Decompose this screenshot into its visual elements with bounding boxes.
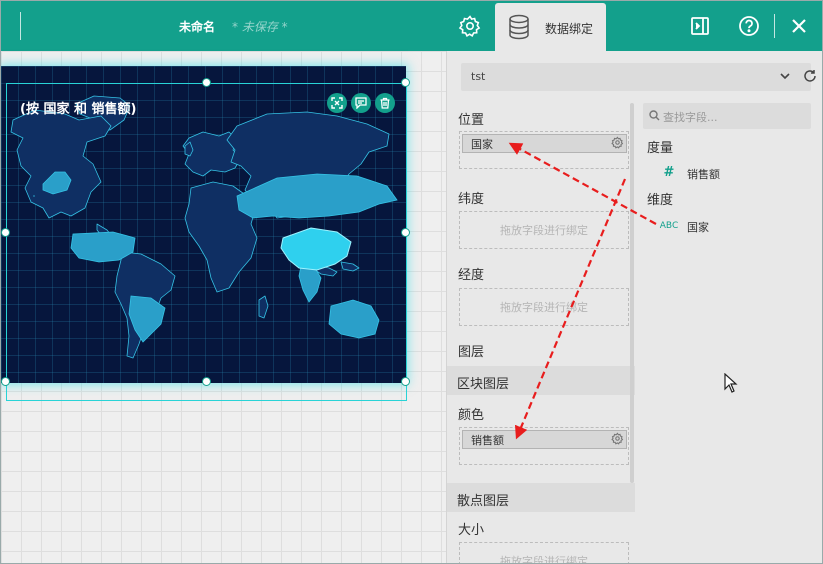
mouse-cursor-icon xyxy=(724,373,738,393)
text-type-icon: ABC xyxy=(659,221,679,231)
unsaved-status: * 未保存 * xyxy=(232,20,288,34)
map-title: (按 国家 和 销售额) xyxy=(20,102,137,117)
latitude-label: 纬度 xyxy=(458,192,485,207)
toolbar-divider xyxy=(774,14,775,38)
gear-icon[interactable] xyxy=(457,13,483,39)
longitude-label: 经度 xyxy=(458,268,485,283)
resize-handle-bottom[interactable] xyxy=(202,377,211,386)
design-canvas[interactable]: (按 国家 和 销售额) xyxy=(1,51,446,563)
resize-handle-bottom-left[interactable] xyxy=(1,377,10,386)
layers-label: 图层 xyxy=(458,345,485,360)
chevron-down-icon[interactable] xyxy=(779,70,791,85)
size-label: 大小 xyxy=(458,523,485,538)
location-field-chip[interactable]: 国家 xyxy=(462,134,627,153)
resize-handle-left[interactable] xyxy=(1,228,10,237)
tab-label: 数据绑定 xyxy=(545,22,594,36)
region-layer-header[interactable]: 区块图层 xyxy=(447,366,635,395)
top-toolbar: 未命名 * 未保存 * 数据绑定 xyxy=(1,1,822,51)
dataset-value: tst xyxy=(471,70,486,83)
size-drop-zone[interactable]: 拖放字段进行绑定 xyxy=(459,542,629,564)
tab-data-binding[interactable]: 数据绑定 xyxy=(495,3,606,51)
field-search-input[interactable]: 查找字段... xyxy=(643,103,811,129)
region-layer-label: 区块图层 xyxy=(457,377,510,392)
search-icon xyxy=(649,110,660,124)
measures-label: 度量 xyxy=(647,141,674,156)
scatter-layer-header[interactable]: 散点图层 xyxy=(447,483,635,512)
toolbar-divider xyxy=(20,12,21,40)
resize-handle-bottom-right[interactable] xyxy=(401,377,410,386)
search-placeholder: 查找字段... xyxy=(663,111,718,124)
latitude-drop-zone[interactable]: 拖放字段进行绑定 xyxy=(459,211,629,249)
resize-handle-top[interactable] xyxy=(202,78,211,87)
field-name: 国家 xyxy=(687,221,709,234)
drop-placeholder: 拖放字段进行绑定 xyxy=(500,555,588,564)
chip-label: 国家 xyxy=(471,138,493,151)
color-label: 颜色 xyxy=(458,408,485,423)
fullscreen-icon[interactable] xyxy=(327,93,347,113)
drop-placeholder: 拖放字段进行绑定 xyxy=(500,301,588,314)
drop-placeholder: 拖放字段进行绑定 xyxy=(500,224,588,237)
color-drop-zone[interactable]: 销售额 xyxy=(459,427,629,465)
gear-icon[interactable] xyxy=(611,432,624,448)
database-icon xyxy=(508,14,530,43)
document-title[interactable]: 未命名 xyxy=(179,18,215,35)
trash-icon[interactable] xyxy=(375,93,395,113)
panel-toggle-icon[interactable] xyxy=(687,13,713,39)
data-binding-panel: tst 位置 国家 纬度 拖放字段进行绑定 经度 拖放字段进行绑定 图层 区块图… xyxy=(446,51,822,564)
location-label: 位置 xyxy=(458,113,485,128)
binding-scrollbar[interactable] xyxy=(630,103,634,483)
close-icon[interactable] xyxy=(786,13,812,39)
dataset-select[interactable]: tst xyxy=(461,63,816,91)
field-name: 销售额 xyxy=(687,168,720,181)
field-list: 查找字段... 度量 # 销售额 维度 ABC 国家 xyxy=(643,103,821,563)
comment-icon[interactable] xyxy=(351,93,371,113)
color-field-chip[interactable]: 销售额 xyxy=(462,430,627,449)
location-drop-zone[interactable]: 国家 xyxy=(459,131,629,169)
chip-label: 销售额 xyxy=(471,434,504,447)
scatter-layer-label: 散点图层 xyxy=(457,494,510,509)
binding-slots: 位置 国家 纬度 拖放字段进行绑定 经度 拖放字段进行绑定 图层 区块图层 颜色… xyxy=(447,103,635,564)
refresh-icon[interactable] xyxy=(803,69,817,86)
longitude-drop-zone[interactable]: 拖放字段进行绑定 xyxy=(459,288,629,326)
help-icon[interactable] xyxy=(736,13,762,39)
resize-handle-right[interactable] xyxy=(401,228,410,237)
gear-icon[interactable] xyxy=(611,136,624,152)
resize-handle-top-right[interactable] xyxy=(401,78,410,87)
app-window: 未命名 * 未保存 * 数据绑定 (按 国家 和 销售额) tst 位置 国家 … xyxy=(0,0,823,564)
number-type-icon: # xyxy=(663,165,675,180)
dimensions-label: 维度 xyxy=(647,193,674,208)
